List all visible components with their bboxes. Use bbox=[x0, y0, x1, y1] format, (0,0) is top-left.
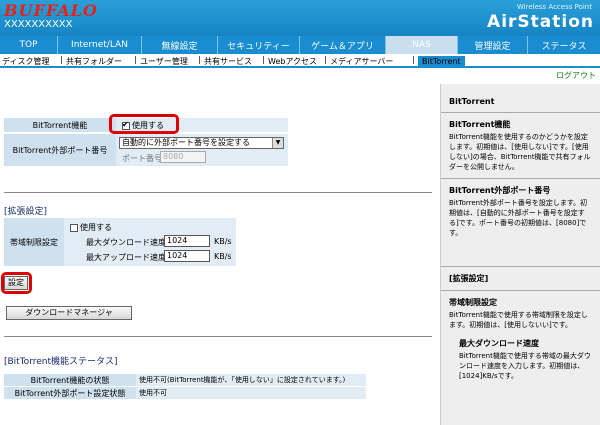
set-button-highlight bbox=[1, 272, 32, 294]
main-tabs: TOP Internet/LAN 無線設定 セキュリティー ゲーム＆アプリ NA… bbox=[0, 36, 600, 54]
subnav-separator: | bbox=[134, 55, 137, 64]
help-heading: BitTorrent bbox=[449, 97, 495, 106]
help-section-text: BitTorrent外部ポート番号を設定します。初期値は、[自動的に外部ポート番… bbox=[449, 199, 588, 237]
port-mode-value: 自動的に外部ポート番号を設定する bbox=[122, 138, 250, 147]
help-section-text: BitTorrent機能を使用するのかどうかを設定します。初期値は、[使用しない… bbox=[449, 133, 591, 171]
subnav-media-server[interactable]: メディアサーバー bbox=[330, 56, 393, 67]
sub-navigation: ディスク管理 | 共有フォルダー | ユーザー管理 | 共有サービス | Web… bbox=[0, 54, 600, 68]
subnav-web-access[interactable]: Webアクセス bbox=[268, 56, 317, 67]
max-download-unit: KB/s bbox=[214, 237, 232, 246]
help-maxdl-title: 最大ダウンロード速度 bbox=[459, 339, 539, 348]
extended-settings-title: [拡張設定] bbox=[4, 207, 48, 217]
tab-nas[interactable]: NAS bbox=[386, 36, 458, 54]
help-sidebar: BitTorrent BitTorrent機能 BitTorrent機能を使用す… bbox=[440, 84, 600, 425]
product-subtitle: Wireless Access Point bbox=[516, 3, 592, 11]
status-row-label: BitTorrent機能の状態 bbox=[4, 374, 136, 386]
bt-enable-highlight bbox=[109, 114, 179, 134]
subnav-separator: | bbox=[412, 55, 415, 64]
tab-status[interactable]: ステータス bbox=[528, 36, 600, 54]
buffalo-logo: BUFFALO bbox=[4, 1, 98, 20]
max-download-input[interactable]: 1024 bbox=[164, 235, 210, 247]
tab-top[interactable]: TOP bbox=[0, 36, 58, 54]
help-section-title: BitTorrent機能 bbox=[449, 120, 511, 129]
bandwidth-use-checkbox[interactable] bbox=[70, 223, 78, 232]
subnav-shared-folder[interactable]: 共有フォルダー bbox=[66, 56, 122, 67]
tab-security[interactable]: セキュリティー bbox=[218, 36, 300, 54]
status-row-value: 使用不可 bbox=[136, 387, 366, 399]
divider bbox=[441, 178, 600, 179]
main-content: BitTorrent機能 使用する BitTorrent外部ポート番号 自動的に… bbox=[0, 84, 438, 425]
subnav-shared-service[interactable]: 共有サービス bbox=[204, 56, 252, 67]
chevron-down-icon[interactable]: ▼ bbox=[272, 138, 283, 148]
port-number-label: ポート番号 bbox=[122, 154, 162, 163]
divider bbox=[4, 192, 432, 193]
max-upload-unit: KB/s bbox=[214, 252, 232, 261]
airstation-logo: AirStation bbox=[487, 12, 594, 32]
model-name: XXXXXXXXXX bbox=[4, 19, 73, 30]
max-download-label: 最大ダウンロード速度 bbox=[86, 238, 166, 247]
tab-wireless[interactable]: 無線設定 bbox=[142, 36, 218, 54]
bandwidth-cell: 使用する 最大ダウンロード速度 1024 KB/s 最大アップロード速度 102… bbox=[64, 218, 236, 266]
divider bbox=[441, 112, 600, 113]
bandwidth-label: 帯域制限設定 bbox=[4, 218, 64, 266]
download-manager-button[interactable]: ダウンロードマネージャ bbox=[6, 306, 132, 320]
subnav-separator: | bbox=[60, 55, 63, 64]
divider bbox=[441, 266, 600, 267]
help-maxdl-text: BitTorrent機能で使用する帯域の最大ダウンロード速度を入力します。初期値… bbox=[459, 352, 591, 380]
help-extended-heading: [拡張設定] bbox=[449, 274, 489, 283]
subnav-separator: | bbox=[262, 55, 265, 64]
bandwidth-use-option[interactable]: 使用する bbox=[70, 222, 112, 233]
subnav-separator: | bbox=[198, 55, 201, 64]
max-upload-input[interactable]: 1024 bbox=[164, 250, 210, 262]
logout-link[interactable]: ログアウト bbox=[556, 70, 596, 81]
status-title: [BitTorrent機能ステータス] bbox=[4, 357, 118, 367]
subnav-disk[interactable]: ディスク管理 bbox=[2, 56, 49, 67]
status-row-value: 使用不可(BitTorrent機能が、「使用しない」に設定されています。) bbox=[136, 374, 366, 386]
port-cell: 自動的に外部ポート番号を設定する ▼ ポート番号 8080 bbox=[116, 134, 288, 166]
bt-function-label: BitTorrent機能 bbox=[4, 118, 116, 132]
status-row-label: BitTorrent外部ポート設定状態 bbox=[4, 387, 136, 399]
subnav-bittorrent[interactable]: BitTorrent bbox=[418, 56, 465, 68]
subnav-users[interactable]: ユーザー管理 bbox=[140, 56, 188, 67]
port-mode-select[interactable]: 自動的に外部ポート番号を設定する ▼ bbox=[119, 137, 284, 149]
bandwidth-use-label: 使用する bbox=[80, 223, 112, 232]
divider bbox=[441, 290, 600, 291]
divider bbox=[4, 336, 432, 337]
subnav-separator: | bbox=[324, 55, 327, 64]
port-number-input[interactable]: 8080 bbox=[160, 151, 206, 163]
tab-admin[interactable]: 管理設定 bbox=[458, 36, 528, 54]
tab-game-apps[interactable]: ゲーム＆アプリ bbox=[300, 36, 386, 54]
help-bandwidth-text: BitTorrent機能で使用する帯域制限を設定します。初期値は、[使用しないい… bbox=[449, 311, 588, 329]
header-bar: BUFFALO XXXXXXXXXX Wireless Access Point… bbox=[0, 0, 600, 36]
max-upload-label: 最大アップロード速度 bbox=[86, 253, 166, 262]
port-label: BitTorrent外部ポート番号 bbox=[4, 134, 116, 166]
tab-internet-lan[interactable]: Internet/LAN bbox=[58, 36, 142, 54]
help-section-title: BitTorrent外部ポート番号 bbox=[449, 186, 551, 195]
help-bandwidth-title: 帯域制限設定 bbox=[449, 298, 497, 307]
